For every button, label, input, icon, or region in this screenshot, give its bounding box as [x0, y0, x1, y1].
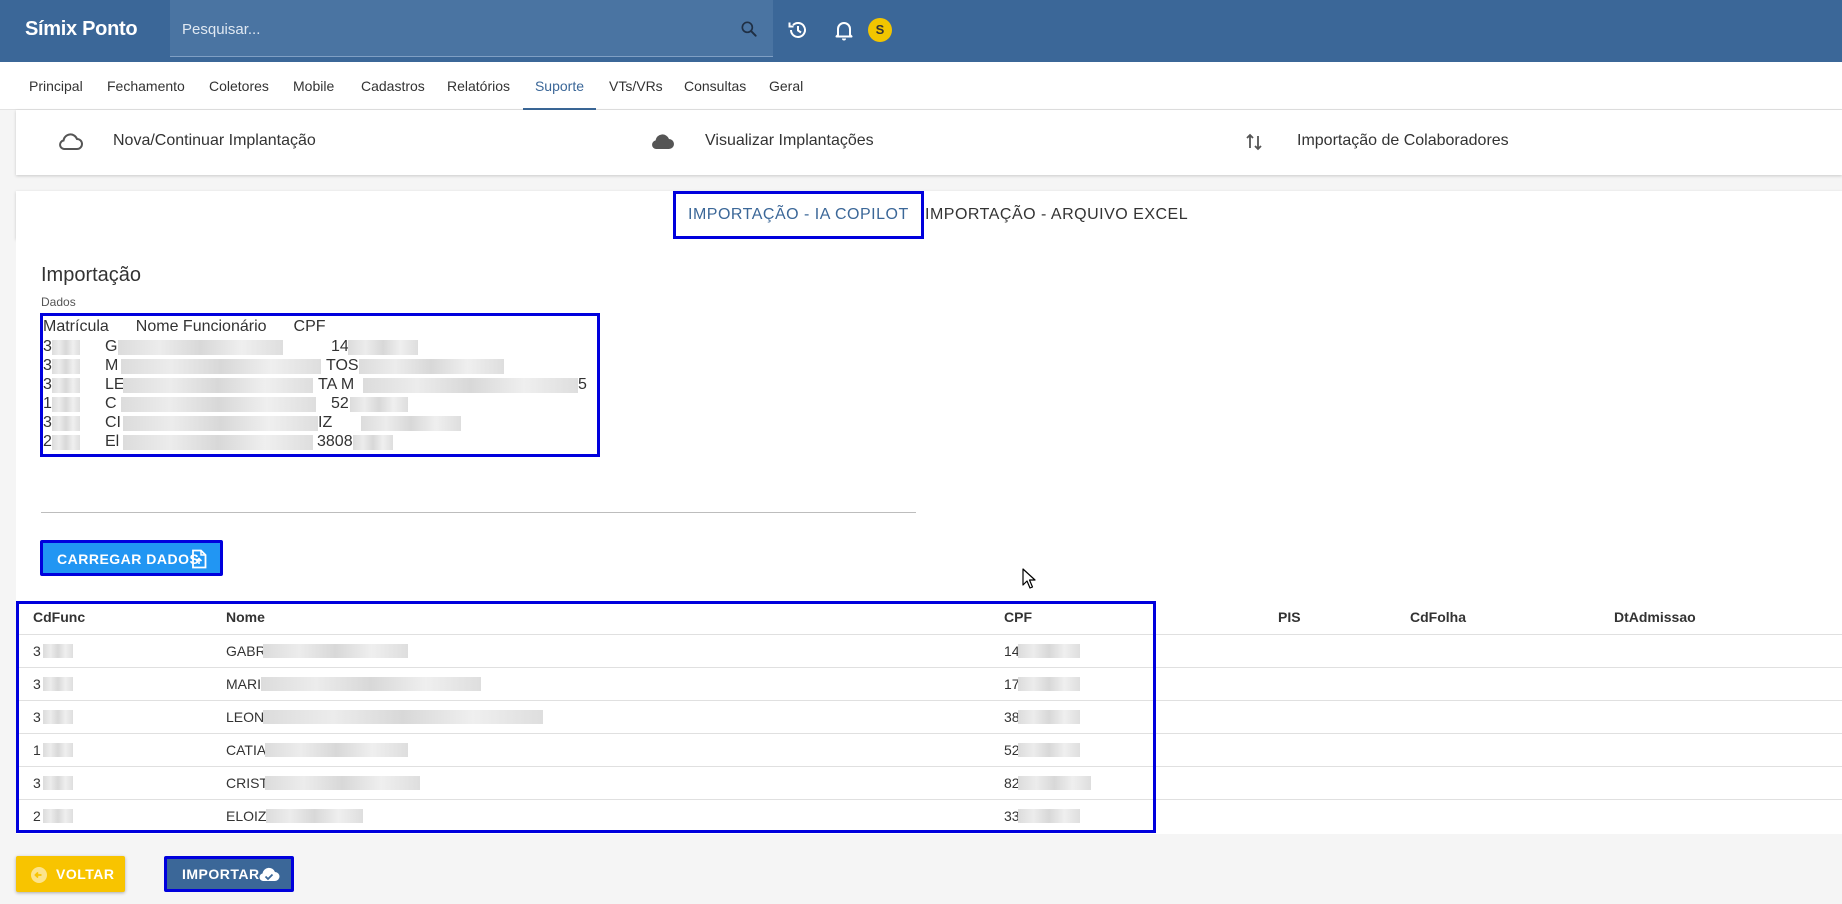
tab-coletores[interactable]: Coletores [209, 62, 269, 110]
search-input[interactable] [182, 17, 722, 41]
header-nome: Nome Funcionário [135, 318, 267, 335]
load-data-label: CARREGAR DADOS [57, 551, 200, 567]
tab-vts-vrs[interactable]: VTs/VRs [609, 62, 663, 110]
redacted-block [52, 416, 80, 431]
table-row[interactable]: 3 CRIST 82 [16, 766, 1842, 799]
tab-mobile[interactable]: Mobile [293, 62, 334, 110]
back-label: VOLTAR [56, 866, 115, 882]
main-nav: Principal Fechamento Coletores Mobile Ca… [0, 62, 1842, 110]
cloud-done-icon [259, 867, 280, 881]
search-icon[interactable] [739, 19, 759, 39]
redacted-block [52, 359, 80, 374]
col-header-dtadmissao[interactable]: DtAdmissao [1614, 601, 1696, 634]
swap-vertical-icon [1246, 133, 1262, 151]
redacted-block [52, 340, 80, 355]
table-row[interactable]: 2 ELOIZ 33 [16, 799, 1842, 832]
cloud-outline-icon [59, 133, 83, 150]
col-header-pis[interactable]: PIS [1278, 601, 1301, 634]
history-icon[interactable] [786, 18, 810, 42]
table-row[interactable]: 1 CATIA 52 [16, 733, 1842, 766]
view-implantations-action[interactable]: Visualizar Implantações [648, 110, 1208, 175]
redacted-block [121, 397, 316, 412]
redacted-block [52, 435, 80, 450]
tab-consultas[interactable]: Consultas [684, 62, 746, 110]
dados-label: Dados [41, 295, 76, 309]
redacted-block [261, 677, 481, 691]
table-row[interactable]: 3 GABR 14 [16, 634, 1842, 667]
redacted-block [43, 644, 73, 658]
tab-cadastros[interactable]: Cadastros [361, 62, 425, 110]
cloud-filled-icon [652, 134, 674, 149]
back-button[interactable]: VOLTAR [16, 856, 125, 892]
section-title: Importação [41, 264, 142, 286]
load-data-button[interactable]: CARREGAR DADOS [40, 540, 223, 576]
redacted-block [1018, 644, 1080, 658]
tab-principal[interactable]: Principal [29, 62, 83, 110]
action-label: Visualizar Implantações [705, 132, 874, 149]
tab-arquivo-excel[interactable]: IMPORTAÇÃO - ARQUIVO EXCEL [925, 191, 1188, 239]
bell-icon[interactable] [832, 18, 856, 42]
import-label: IMPORTAR [182, 866, 260, 882]
tab-ia-copilot[interactable]: IMPORTAÇÃO - IA COPILOT [673, 191, 924, 239]
redacted-block [43, 809, 73, 823]
search-bar [170, 0, 773, 57]
redacted-block [359, 359, 504, 374]
mouse-cursor-icon [1022, 568, 1036, 589]
redacted-block [121, 359, 321, 374]
redacted-block [123, 435, 313, 450]
redacted-block [266, 809, 363, 823]
action-label: Nova/Continuar Implantação [113, 132, 316, 149]
redacted-block [363, 378, 578, 393]
import-button[interactable]: IMPORTAR [164, 856, 294, 892]
redacted-block [361, 416, 461, 431]
tab-fechamento[interactable]: Fechamento [107, 62, 185, 110]
col-header-cdfunc[interactable]: CdFunc [33, 601, 85, 634]
import-card: Importação Dados Matrícula Nome Funcionár… [16, 239, 1842, 834]
app-topbar: Símix Ponto S [0, 0, 1842, 62]
redacted-block [43, 677, 73, 691]
col-header-nome[interactable]: Nome [226, 601, 265, 634]
redacted-block [1018, 710, 1080, 724]
redacted-block [263, 710, 543, 724]
redacted-block [353, 435, 393, 450]
file-upload-icon [192, 549, 207, 569]
tab-suporte[interactable]: Suporte [523, 62, 596, 110]
redacted-block [43, 710, 73, 724]
redacted-block [348, 340, 418, 355]
tab-relatorios[interactable]: Relatórios [447, 62, 510, 110]
redacted-block [350, 397, 408, 412]
redacted-block [43, 776, 73, 790]
redacted-block [265, 776, 420, 790]
redacted-block [265, 743, 408, 757]
tab-geral[interactable]: Geral [769, 62, 803, 110]
dados-textarea[interactable]: Matrícula Nome Funcionário CPF 3 G 14 3 M … [40, 313, 600, 457]
redacted-block [123, 416, 318, 431]
table-row[interactable]: 3 LEON 38 [16, 700, 1842, 733]
redacted-block [263, 644, 408, 658]
redacted-block [1018, 809, 1080, 823]
textarea-header: Matrícula Nome Funcionário CPF [43, 318, 326, 336]
col-header-cpf[interactable]: CPF [1004, 601, 1032, 634]
table-row[interactable]: 3 MARI 17 [16, 667, 1842, 700]
redacted-block [123, 378, 313, 393]
redacted-block [43, 743, 73, 757]
app-title[interactable]: Símix Ponto [25, 18, 138, 41]
arrow-left-circle-icon [31, 867, 47, 883]
col-header-cdfolha[interactable]: CdFolha [1410, 601, 1466, 634]
import-collaborators-action[interactable]: Importação de Colaboradores [1240, 110, 1800, 175]
new-implantation-action[interactable]: Nova/Continuar Implantação [56, 110, 616, 175]
action-label: Importação de Colaboradores [1297, 132, 1509, 149]
redacted-block [52, 397, 80, 412]
redacted-block [1018, 677, 1080, 691]
redacted-block [1018, 776, 1091, 790]
redacted-block [52, 378, 80, 393]
header-cpf: CPF [293, 318, 326, 335]
user-avatar[interactable]: S [868, 18, 892, 42]
header-matricula: Matrícula [43, 318, 109, 335]
textarea-underline [41, 512, 916, 513]
support-actions: Nova/Continuar Implantação Visualizar Im… [16, 110, 1842, 175]
redacted-block [1018, 743, 1080, 757]
import-mode-tabs: IMPORTAÇÃO - IA COPILOT IMPORTAÇÃO - ARQ… [16, 191, 1842, 239]
redacted-block [118, 340, 283, 355]
